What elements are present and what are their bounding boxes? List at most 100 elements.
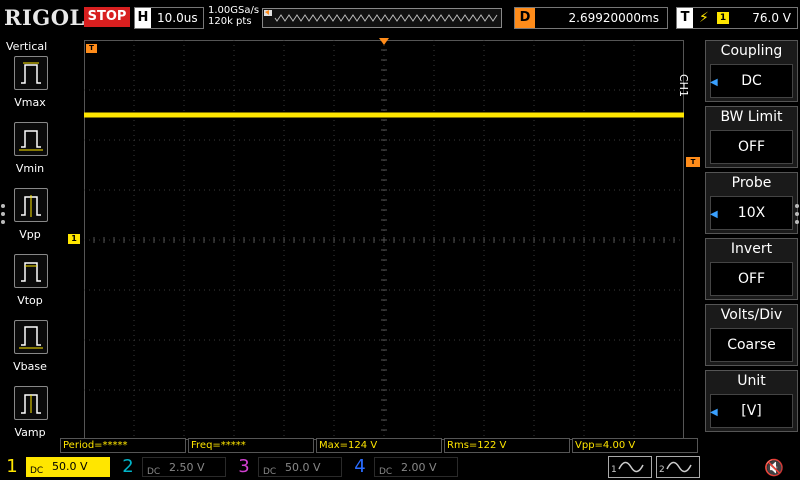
source-1-button[interactable]: 1: [608, 456, 652, 478]
channel-3-status[interactable]: 3 DC 50.0 V: [234, 456, 344, 478]
menu-arrow-icon: ◀: [710, 407, 718, 418]
channel-2-status[interactable]: 2 DC 2.50 V: [118, 456, 228, 478]
menu-bw-limit[interactable]: BW Limit OFF: [705, 106, 798, 168]
memory-depth: 120k pts: [208, 16, 252, 27]
menu-unit[interactable]: Unit [V] ◀: [705, 370, 798, 432]
channel-scale: DC 50.0 V: [258, 457, 342, 477]
graticule: [84, 40, 684, 440]
trigger-source: 1: [717, 12, 729, 24]
channel-menu: Coupling DC ◀ BW Limit OFF Probe 10X ◀ I…: [705, 38, 798, 436]
measure-item-vmin[interactable]: Vmin: [0, 122, 60, 184]
acquisition-info: 1.00GSa/s 120k pts: [208, 5, 259, 27]
measure-item-vpp[interactable]: Vpp: [0, 188, 60, 250]
page-dot-icon: [1, 212, 5, 216]
channel-scale-value: 50.0 V: [285, 461, 321, 474]
menu-title: Unit: [737, 373, 766, 389]
page-dot-icon: [795, 212, 799, 216]
menu-value: OFF: [710, 262, 793, 296]
menu-volts-div[interactable]: Volts/Div Coarse: [705, 304, 798, 366]
menu-invert[interactable]: Invert OFF: [705, 238, 798, 300]
menu-coupling[interactable]: Coupling DC ◀: [705, 40, 798, 102]
waveform-grid[interactable]: [84, 40, 684, 440]
memory-wave-path: [274, 14, 498, 22]
coupling-dc-icon: DC: [30, 466, 44, 476]
measure-label: Vmin: [15, 162, 45, 175]
trigger-level: 76.0 V: [752, 11, 791, 25]
trigger-level-marker[interactable]: T: [686, 157, 700, 167]
memory-waveform-preview: [264, 10, 498, 22]
measure-item-vamp[interactable]: Vamp: [0, 386, 60, 448]
sample-rate: 1.00GSa/s: [208, 5, 260, 16]
horizontal-timebase-box[interactable]: H 10.0us: [134, 7, 204, 29]
measure-item-vmax[interactable]: Vmax: [0, 56, 60, 118]
menu-title: Invert: [730, 241, 773, 257]
horizontal-key: H: [135, 8, 151, 28]
memory-overview-bar[interactable]: [262, 8, 502, 28]
channel-4-status[interactable]: 4 DC 2.00 V: [350, 456, 460, 478]
channel-scale-value: 2.00 V: [401, 461, 437, 474]
menu-arrow-icon: ◀: [710, 209, 718, 220]
menu-probe[interactable]: Probe 10X ◀: [705, 172, 798, 234]
vamp-icon: [14, 386, 48, 420]
timebase-value: 10.0us: [157, 11, 198, 25]
delay-key: D: [515, 8, 535, 28]
page-dot-icon: [795, 220, 799, 224]
measure-item-vbase[interactable]: Vbase: [0, 320, 60, 382]
channel-number: 1: [6, 456, 18, 477]
menu-value: [V]: [710, 394, 793, 428]
menu-channel-label: CH1: [677, 74, 690, 97]
channel-1-status[interactable]: 1 DC 50.0 V: [2, 456, 112, 478]
top-status-bar: RIGOL STOP H 10.0us 1.00GSa/s 120k pts D…: [0, 0, 800, 36]
measurement-vpp[interactable]: Vpp=4.00 V: [572, 438, 698, 453]
coupling-dc-icon: DC: [379, 467, 393, 477]
menu-title: Probe: [731, 175, 772, 191]
horizontal-trigger-arrow-icon: [379, 38, 389, 45]
channel-number: 2: [122, 456, 134, 477]
source-2-button[interactable]: 2: [656, 456, 700, 478]
vmin-icon: [14, 122, 48, 156]
vpp-icon: [14, 188, 48, 222]
vbase-icon: [14, 320, 48, 354]
channel-status-bar: 1 DC 50.0 V 2 DC 2.50 V 3 DC 50.0 V 4 DC…: [0, 454, 800, 480]
trigger-key: T: [677, 8, 693, 28]
page-dot-icon: [795, 204, 799, 208]
measurement-freq[interactable]: Freq=*****: [188, 438, 314, 453]
ch1-offset-marker[interactable]: 1: [68, 234, 80, 244]
channel-number: 3: [238, 456, 250, 477]
channel-number: 4: [354, 456, 366, 477]
measure-item-vtop[interactable]: Vtop: [0, 254, 60, 316]
vmax-icon: [14, 56, 48, 90]
channel-scale-value: 2.50 V: [169, 461, 205, 474]
measure-label: Vmax: [14, 96, 46, 109]
coupling-dc-icon: DC: [263, 467, 277, 477]
menu-value: DC: [710, 64, 793, 98]
measure-panel: Vertical Vmax Vmin Vpp Vtop Vbase Vamp: [0, 38, 60, 439]
menu-title: Volts/Div: [720, 307, 783, 323]
trigger-position-marker[interactable]: T: [86, 44, 97, 53]
measure-label: Vpp: [19, 228, 41, 241]
menu-value: OFF: [710, 130, 793, 164]
rigol-logo: RIGOL: [4, 5, 85, 30]
source-number: 1: [611, 465, 617, 475]
menu-arrow-icon: ◀: [710, 77, 718, 88]
trigger-box[interactable]: T ⚡ 1 76.0 V: [676, 7, 798, 29]
measure-label: Vbase: [13, 360, 47, 373]
speaker-muted-icon[interactable]: 🔇: [764, 458, 784, 477]
measurement-period[interactable]: Period=*****: [60, 438, 186, 453]
menu-value: Coarse: [710, 328, 793, 362]
measure-label: Vtop: [17, 294, 43, 307]
measurement-max[interactable]: Max=124 V: [316, 438, 442, 453]
coupling-dc-icon: DC: [147, 467, 161, 477]
menu-value: 10X: [710, 196, 793, 230]
delay-box[interactable]: D 2.69920000ms: [514, 7, 668, 29]
channel-scale-value: 50.0 V: [52, 460, 88, 473]
rising-edge-icon: ⚡: [699, 10, 709, 26]
channel-scale: DC 2.00 V: [374, 457, 458, 477]
page-dot-icon: [1, 220, 5, 224]
run-stop-indicator[interactable]: STOP: [84, 7, 130, 27]
measure-panel-title: Vertical: [6, 40, 48, 53]
measurement-results: Period=***** Freq=***** Max=124 V Rms=12…: [60, 438, 700, 453]
menu-title: BW Limit: [720, 109, 783, 125]
menu-title: Coupling: [720, 43, 783, 59]
measurement-rms[interactable]: Rms=122 V: [444, 438, 570, 453]
